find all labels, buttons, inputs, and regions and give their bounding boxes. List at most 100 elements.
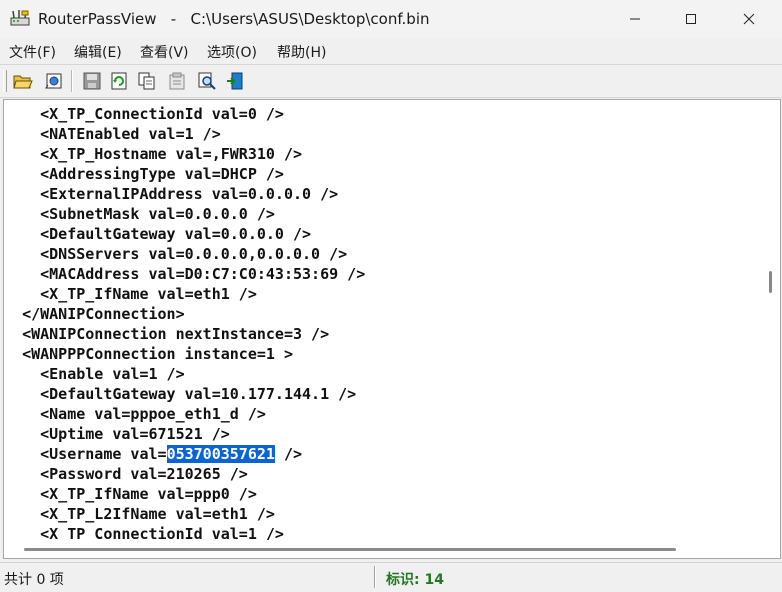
find-icon xyxy=(198,72,216,90)
code-line: <DefaultGateway val=0.0.0.0 /> xyxy=(4,224,311,244)
line-text: <X_TP_L2IfName val=eth1 /> xyxy=(40,505,275,523)
routerpassview-icon xyxy=(10,9,30,27)
code-line: <DNSServers val=0.0.0.0,0.0.0.0 /> xyxy=(4,244,347,264)
close-button[interactable] xyxy=(726,0,772,38)
line-text: <NATEnabled val=1 /> xyxy=(40,125,221,143)
code-line: <Enable val=1 /> xyxy=(4,364,185,384)
menu-edit[interactable]: 编辑(E) xyxy=(74,42,122,62)
line-text: <Uptime val=671521 /> xyxy=(40,425,230,443)
line-text: <X_TP_IfName val=ppp0 /> xyxy=(40,485,257,503)
text-view[interactable]: <X_TP_ConnectionId val=0 /> <NATEnabled … xyxy=(3,99,781,559)
menu-view[interactable]: 查看(V) xyxy=(140,42,189,62)
horizontal-scroll-thumb[interactable] xyxy=(24,548,676,551)
properties-icon xyxy=(169,72,185,90)
menu-options[interactable]: 选项(O) xyxy=(207,42,257,62)
line-text: <X_TP_Hostname val=,FWR310 /> xyxy=(40,145,303,163)
code-line: <ExternalIPAddress val=0.0.0.0 /> xyxy=(4,184,338,204)
line-text: <DefaultGateway val=0.0.0.0 /> xyxy=(40,225,312,243)
copy-button[interactable] xyxy=(136,70,158,92)
vertical-scrollbar[interactable] xyxy=(764,100,780,540)
line-text: <X_TP_ConnectionId val=0 /> xyxy=(40,105,284,123)
code-line: <X_TP_L2IfName val=eth1 /> xyxy=(4,504,275,524)
open-file-button[interactable] xyxy=(12,70,34,92)
line-text: </WANIPConnection> xyxy=(22,305,185,323)
minimize-icon xyxy=(630,18,640,20)
line-text: <WANIPConnection nextInstance=3 /> xyxy=(22,325,330,343)
save-button[interactable] xyxy=(81,70,103,92)
horizontal-scrollbar[interactable] xyxy=(4,540,780,558)
save-icon xyxy=(83,72,101,90)
open-config-icon xyxy=(45,73,62,89)
properties-button[interactable] xyxy=(166,70,188,92)
menu-bar: 文件(F) 编辑(E) 查看(V) 选项(O) 帮助(H) xyxy=(0,38,782,65)
selected-text[interactable]: 053700357621 xyxy=(166,445,275,463)
copy-icon xyxy=(138,72,155,90)
code-line: <MACAddress val=D0:C7:C0:43:53:69 /> xyxy=(4,264,365,284)
code-line: <Password val=210265 /> xyxy=(4,464,248,484)
status-bar: 共计 0 项 标识: 14 xyxy=(0,562,782,592)
line-text: <Name val=pppoe_eth1_d /> xyxy=(40,405,266,423)
maximize-button[interactable] xyxy=(668,0,714,38)
toolbar xyxy=(0,65,782,98)
id-status: 标识: 14 xyxy=(386,572,444,588)
line-text-before: <Username val= xyxy=(40,445,167,463)
code-line: <NATEnabled val=1 /> xyxy=(4,124,221,144)
title-bar[interactable]: RouterPassView - C:\Users\ASUS\Desktop\c… xyxy=(0,0,782,39)
code-line: </WANIPConnection> xyxy=(4,304,185,324)
line-text: <Password val=210265 /> xyxy=(40,465,248,483)
minimize-button[interactable] xyxy=(612,0,658,38)
code-line: <WANPPPConnection instance=1 > xyxy=(4,344,293,364)
code-line: <Uptime val=671521 /> xyxy=(4,424,230,444)
menu-help[interactable]: 帮助(H) xyxy=(277,42,326,62)
code-line: <X_TP_Hostname val=,FWR310 /> xyxy=(4,144,302,164)
code-line: <AddressingType val=DHCP /> xyxy=(4,164,284,184)
status-divider xyxy=(374,566,376,588)
code-line: <X_TP_ConnectionId val=0 /> xyxy=(4,104,284,124)
code-line: <WANIPConnection nextInstance=3 /> xyxy=(4,324,329,344)
code-line: <X_TP_IfName val=eth1 /> xyxy=(4,284,257,304)
toolbar-separator xyxy=(71,70,73,92)
menu-file[interactable]: 文件(F) xyxy=(9,42,56,62)
line-text: <MACAddress val=D0:C7:C0:43:53:69 /> xyxy=(40,265,366,283)
find-button[interactable] xyxy=(196,70,218,92)
refresh-icon xyxy=(111,72,127,90)
line-text: <DNSServers val=0.0.0.0,0.0.0.0 /> xyxy=(40,245,348,263)
line-text: <X_TP_ConnectionId val=1 /> xyxy=(40,525,284,540)
line-text: <Enable val=1 /> xyxy=(40,365,185,383)
code-line: <SubnetMask val=0.0.0.0 /> xyxy=(4,204,275,224)
code-line: <Name val=pppoe_eth1_d /> xyxy=(4,404,266,424)
window-title: RouterPassView - C:\Users\ASUS\Desktop\c… xyxy=(38,10,430,28)
close-icon xyxy=(743,13,755,25)
line-text: <X_TP_IfName val=eth1 /> xyxy=(40,285,257,303)
line-text: <ExternalIPAddress val=0.0.0.0 /> xyxy=(40,185,339,203)
line-text-after: /> xyxy=(274,445,303,463)
exit-icon xyxy=(227,72,243,90)
code-line: <DefaultGateway val=10.177.144.1 /> xyxy=(4,384,356,404)
toolbar-grip[interactable] xyxy=(3,70,7,92)
open-config-button[interactable] xyxy=(43,70,65,92)
exit-button[interactable] xyxy=(224,70,246,92)
refresh-button[interactable] xyxy=(108,70,130,92)
vertical-scroll-thumb[interactable] xyxy=(769,271,772,293)
line-text: <DefaultGateway val=10.177.144.1 /> xyxy=(40,385,357,403)
config-text[interactable]: <X_TP_ConnectionId val=0 /> <NATEnabled … xyxy=(4,100,764,540)
